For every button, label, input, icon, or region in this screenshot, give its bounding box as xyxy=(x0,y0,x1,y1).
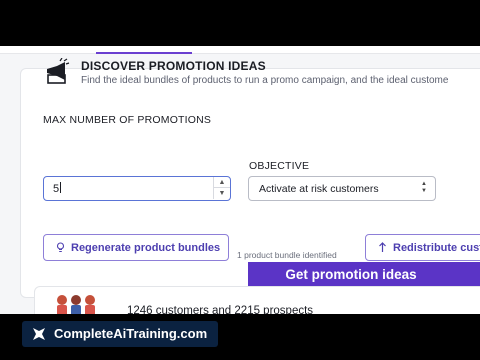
max-promotions-label: MAX NUMBER OF PROMOTIONS xyxy=(43,114,212,126)
objective-select[interactable]: Activate at risk customers ▲ ▼ xyxy=(248,176,436,201)
text-cursor xyxy=(60,182,62,193)
top-letterbox-bar xyxy=(0,0,480,46)
brand-logo-icon xyxy=(33,328,45,340)
bundle-count-text: 1 product bundle identified xyxy=(237,250,337,260)
brand-text: CompleteAiTraining.com xyxy=(54,326,208,341)
max-promotions-value: 5 xyxy=(53,182,62,195)
quantity-stepper[interactable]: ▲ ▼ xyxy=(213,177,230,199)
objective-label: OBJECTIVE xyxy=(249,160,310,172)
lightbulb-icon xyxy=(56,242,65,253)
chevron-up-down-icon: ▲ ▼ xyxy=(421,181,427,194)
section-subtitle: Find the ideal bundles of products to ru… xyxy=(81,75,449,86)
regenerate-bundles-label: Regenerate product bundles xyxy=(71,242,221,254)
redistribute-customers-label: Redistribute cust xyxy=(393,242,480,254)
stepper-down-button[interactable]: ▼ xyxy=(214,188,230,199)
max-promotions-input[interactable]: 5 ▲ ▼ xyxy=(43,176,231,201)
megaphone-icon xyxy=(47,58,70,84)
stepper-up-button[interactable]: ▲ xyxy=(214,177,230,188)
redistribute-customers-button[interactable]: Redistribute cust xyxy=(365,234,480,261)
people-icon xyxy=(57,295,95,316)
regenerate-bundles-button[interactable]: Regenerate product bundles xyxy=(43,234,229,261)
active-tab-indicator[interactable] xyxy=(96,52,192,54)
get-promotion-ideas-banner: Get promotion ideas xyxy=(248,262,480,288)
section-title: DISCOVER PROMOTION IDEAS xyxy=(81,59,266,73)
tab-strip xyxy=(0,46,480,54)
objective-selected-value: Activate at risk customers xyxy=(259,183,379,195)
brand-watermark: CompleteAiTraining.com xyxy=(22,321,218,347)
redistribute-icon xyxy=(379,242,386,252)
